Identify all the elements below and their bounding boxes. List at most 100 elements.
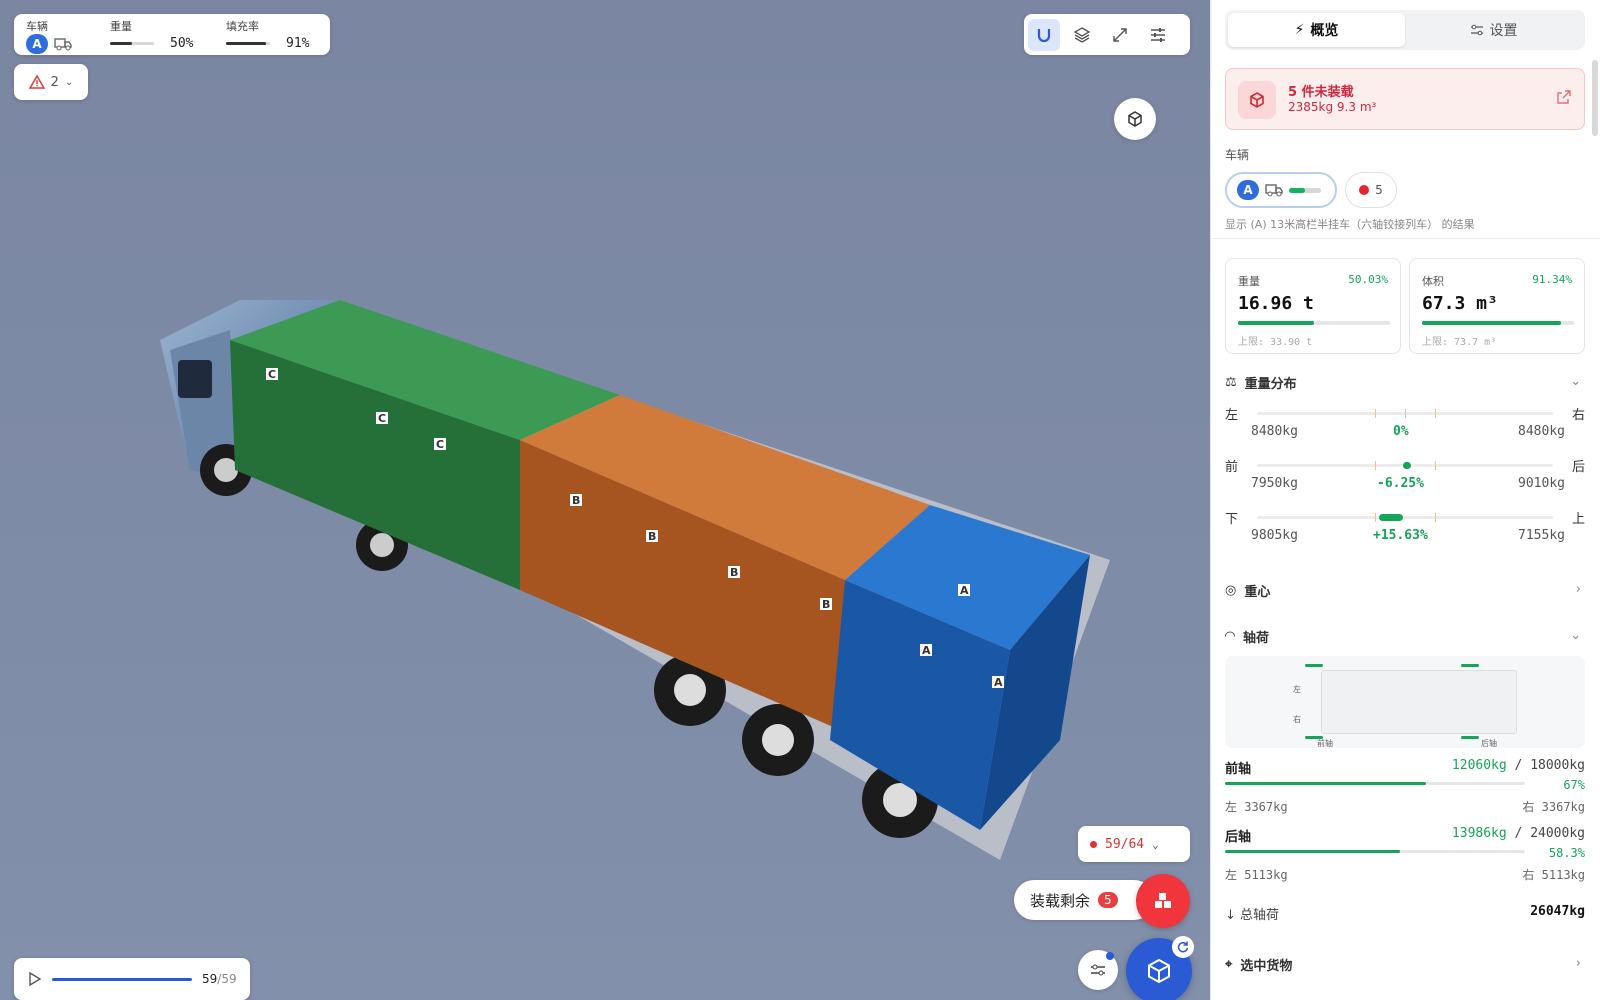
front-axle-value-wrap: 12060kg / 18000kg xyxy=(1452,758,1585,773)
rear-axle-name: 后轴 xyxy=(1225,830,1252,845)
box-label-b: B xyxy=(648,530,656,543)
layers-button[interactable] xyxy=(1066,19,1098,51)
sliders-icon xyxy=(1091,964,1105,976)
rear-axle-right-marker xyxy=(1461,736,1479,739)
box-label-a: A xyxy=(994,676,1003,689)
dist-bottom-top: 下 上 9805kg +15.63% 7155kg xyxy=(1225,508,1585,554)
front-axle-name: 前轴 xyxy=(1225,762,1252,777)
center-of-gravity-header[interactable]: ◎ 重心 › xyxy=(1225,580,1585,600)
package-alert-icon xyxy=(1238,81,1276,119)
box-label-c: C xyxy=(436,438,444,451)
dist-left-right: 左 右 8480kg 0% 8480kg xyxy=(1225,404,1585,450)
playback-bar: 59/59 xyxy=(14,958,250,1000)
dist-center-value: 0% xyxy=(1393,424,1409,439)
vehicle-badge: A xyxy=(1237,180,1259,200)
tab-overview-label: 概览 xyxy=(1310,23,1339,39)
diag-rear-label: 后轴 xyxy=(1481,739,1497,748)
weight-metric-card: 重量 50.03% 16.96 t 上限: 33.90 t xyxy=(1225,258,1401,354)
status-dot xyxy=(1090,840,1097,848)
dist-left-label: 左 xyxy=(1225,408,1239,423)
panel-scrollbar[interactable] xyxy=(1592,60,1598,136)
weight-mini-bar xyxy=(110,42,154,45)
filter-button[interactable] xyxy=(1078,950,1118,990)
fullscreen-button[interactable] xyxy=(1104,19,1136,51)
fullscreen-icon xyxy=(1113,27,1127,42)
weight-metric-label: 重量 xyxy=(1238,275,1260,288)
warnings-dropdown[interactable]: 2 ⌄ xyxy=(14,64,88,100)
vehicle-label: 车辆 xyxy=(26,20,48,33)
weight-stat: 重量 50% xyxy=(110,18,206,51)
unloaded-chip[interactable]: 5 xyxy=(1345,172,1397,208)
settings-sliders-icon xyxy=(1151,27,1165,42)
divider xyxy=(1211,238,1600,239)
truck-scene[interactable]: C C C B B B B A A A xyxy=(0,0,1210,1000)
selected-cargo-header[interactable]: ⌖ 选中货物 › xyxy=(1225,954,1585,974)
rear-axle-left-marker xyxy=(1461,664,1479,667)
dist-right-value: 8480kg xyxy=(1518,424,1565,439)
weight-metric-percent: 50.03% xyxy=(1348,273,1388,286)
dist-bottom-value: 9805kg xyxy=(1251,528,1298,543)
refresh-badge[interactable] xyxy=(1172,936,1194,958)
weight-distribution-header[interactable]: ⚖ 重量分布 ⌄ xyxy=(1225,372,1585,392)
dist-marker xyxy=(1379,514,1403,521)
unloaded-alert[interactable]: 5 件未装载 2385kg 9.3 m³ xyxy=(1225,68,1585,130)
trailer-outline xyxy=(1321,670,1517,734)
truck-icon xyxy=(1265,184,1283,197)
playback-total: /59 xyxy=(217,972,237,986)
gauge-icon: ◠ xyxy=(1225,628,1235,644)
axle-load-header[interactable]: ◠ 轴荷 ⌄ xyxy=(1225,626,1585,646)
box-label-b: B xyxy=(572,494,580,507)
front-axle-percent: 67% xyxy=(1563,778,1585,792)
tab-settings[interactable]: 设置 xyxy=(1405,13,1582,47)
vehicle-section-label: 车辆 xyxy=(1225,148,1250,162)
dist-track xyxy=(1257,409,1553,418)
dist-left-value: 8480kg xyxy=(1251,424,1298,439)
chevron-down-icon: ⌄ xyxy=(64,76,74,88)
play-icon[interactable] xyxy=(26,971,42,987)
rear-axle-value-wrap: 13986kg / 24000kg xyxy=(1452,826,1585,841)
loaded-progress-dropdown[interactable]: 59/64 ⌄ xyxy=(1078,826,1190,862)
front-axle-left-marker xyxy=(1305,664,1323,667)
total-axle-row: ↓ 总轴荷 26047kg xyxy=(1225,904,1585,923)
weight-metric-bar xyxy=(1238,321,1390,325)
dist-track xyxy=(1257,513,1553,522)
dist-center-value: -6.25% xyxy=(1377,476,1424,491)
package-icon xyxy=(1148,958,1170,984)
chevron-down-icon: ⌄ xyxy=(1152,837,1159,851)
front-axle-value: 12060kg xyxy=(1451,758,1507,773)
vehicle-badge[interactable]: A xyxy=(26,34,48,54)
weight-metric-limit: 上限: 33.90 t xyxy=(1238,337,1313,348)
dist-rear-value: 9010kg xyxy=(1518,476,1565,491)
box-label-b: B xyxy=(822,598,830,611)
fill-mini-bar xyxy=(226,42,270,45)
remaining-label: 装载剩余 xyxy=(1030,891,1091,910)
vehicle-load-bar xyxy=(1289,187,1321,193)
unloaded-title: 5 件未装载 xyxy=(1288,85,1354,100)
warning-triangle-icon xyxy=(28,75,45,89)
view-cube-button[interactable] xyxy=(1114,98,1156,140)
dist-track xyxy=(1257,461,1553,470)
truck-icon xyxy=(54,38,72,51)
dist-marker xyxy=(1403,462,1411,469)
chevron-right-icon: › xyxy=(1575,582,1581,597)
magnet-icon xyxy=(1037,28,1051,42)
3d-viewport[interactable]: C C C B B B B A A A 车辆 A 重量 50% 填充率 91% … xyxy=(0,0,1210,1000)
remaining-boxes-button[interactable] xyxy=(1136,874,1190,928)
chevron-down-icon: ⌄ xyxy=(1570,374,1581,389)
tick xyxy=(1435,409,1436,418)
playback-slider[interactable] xyxy=(52,977,192,981)
pack-button[interactable] xyxy=(1126,936,1194,1000)
magnet-button[interactable] xyxy=(1028,18,1060,51)
vehicle-chip-a[interactable]: A xyxy=(1225,172,1337,208)
remaining-pill[interactable]: 装载剩余 5 xyxy=(1014,880,1154,920)
unloaded-chip-count: 5 xyxy=(1375,183,1383,197)
tick xyxy=(1375,461,1376,470)
red-dot-icon xyxy=(1359,185,1370,195)
tab-overview[interactable]: ⚡ 概览 xyxy=(1228,13,1405,47)
rear-axle-percent: 58.3% xyxy=(1548,846,1585,860)
settings-sliders-button[interactable] xyxy=(1142,19,1174,51)
arrow-down-icon: ↓ xyxy=(1225,908,1236,923)
external-link-icon[interactable] xyxy=(1556,89,1572,105)
chevron-right-icon: › xyxy=(1575,956,1581,971)
playback-current: 59 xyxy=(202,972,218,986)
